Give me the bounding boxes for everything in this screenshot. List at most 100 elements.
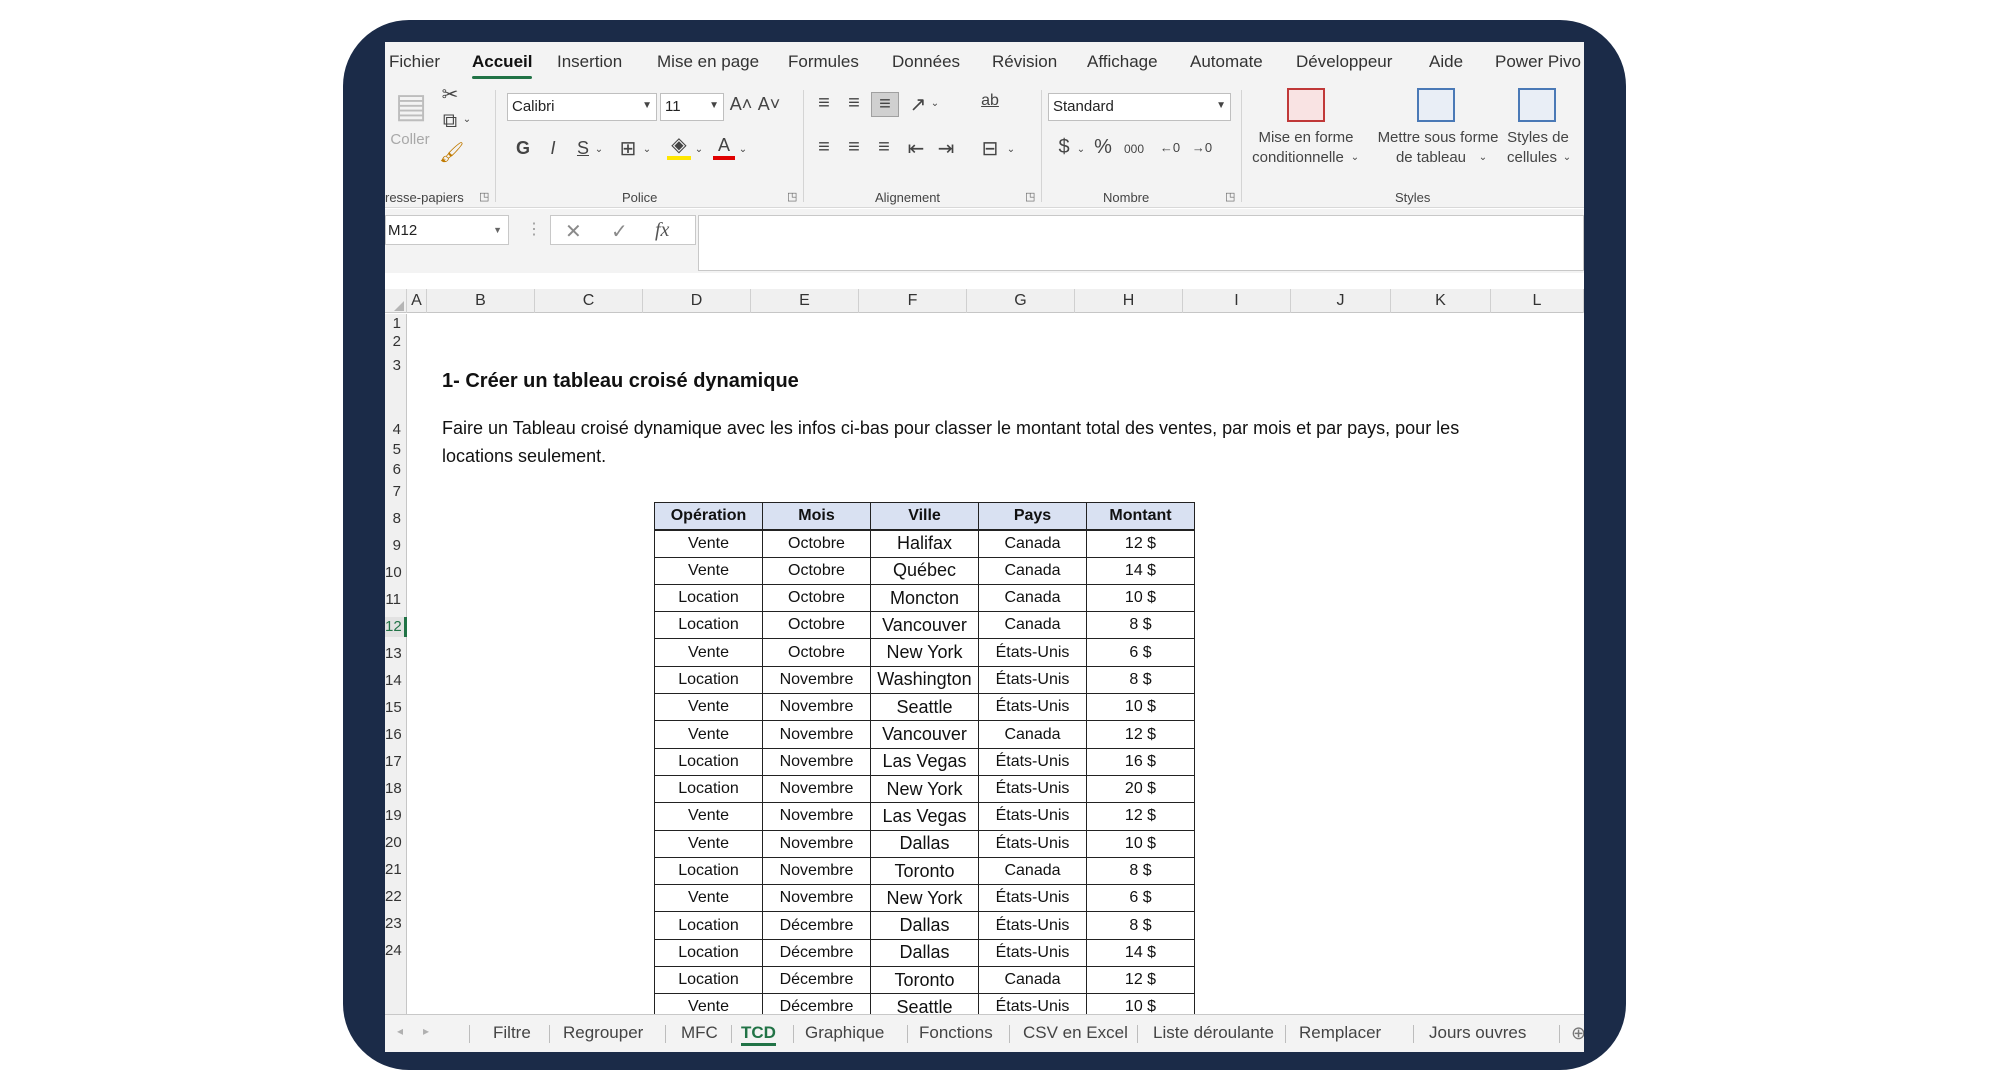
cell[interactable]: États-Unis — [978, 829, 1087, 858]
tab-mise-en-page[interactable]: Mise en page — [657, 52, 759, 72]
italic-button[interactable]: I — [543, 138, 563, 159]
row-header-selected[interactable]: 12 — [385, 617, 407, 637]
row-header[interactable]: 19 — [385, 806, 407, 826]
cell[interactable]: États-Unis — [978, 911, 1087, 940]
cell[interactable]: États-Unis — [978, 938, 1087, 968]
cell[interactable]: Canada — [978, 556, 1087, 585]
cell[interactable]: 12 $ — [1086, 529, 1195, 558]
format-painter-icon[interactable]: 🖌 — [439, 140, 464, 165]
cell[interactable]: Décembre — [762, 938, 871, 968]
cell[interactable]: Novembre — [762, 829, 871, 858]
cell[interactable]: Novembre — [762, 884, 871, 913]
insert-function-icon[interactable]: fx — [655, 219, 669, 242]
cell[interactable]: Location — [654, 665, 763, 695]
increase-decimal-icon[interactable]: ←0 — [1155, 140, 1185, 155]
font-color-icon[interactable]: A — [713, 134, 735, 160]
cell[interactable]: États-Unis — [978, 802, 1087, 831]
cell[interactable]: 14 $ — [1086, 938, 1195, 968]
tab-donnees[interactable]: Données — [892, 52, 960, 72]
cell[interactable]: Vente — [654, 720, 763, 749]
row-header[interactable]: 22 — [385, 887, 407, 907]
cell[interactable]: États-Unis — [978, 884, 1087, 913]
row-header[interactable]: 17 — [385, 752, 407, 772]
paste-icon[interactable]: ▤ — [391, 86, 431, 130]
cell[interactable]: Vancouver — [870, 720, 979, 749]
row-header[interactable]: 2 — [385, 332, 407, 352]
cell[interactable]: New York — [870, 638, 979, 667]
cell[interactable]: 12 $ — [1086, 720, 1195, 749]
row-header[interactable]: 5 — [385, 440, 407, 460]
bold-button[interactable]: G — [513, 138, 533, 159]
cell[interactable]: Canada — [978, 720, 1087, 749]
formula-input[interactable] — [698, 215, 1584, 271]
align-left-icon[interactable]: ≡ — [811, 136, 837, 159]
merge-center-icon[interactable]: ⊟ — [977, 136, 1003, 161]
sheet-tab-remplacer[interactable]: Remplacer — [1299, 1023, 1381, 1043]
underline-button[interactable]: S — [573, 138, 593, 159]
increase-indent-icon[interactable]: ⇥ — [933, 136, 959, 161]
borders-icon[interactable]: ⊞ — [615, 136, 641, 161]
column-header[interactable]: I — [1183, 289, 1291, 313]
orientation-icon[interactable]: ↗ — [905, 92, 931, 117]
cell[interactable]: 8 $ — [1086, 856, 1195, 886]
cell[interactable]: États-Unis — [978, 774, 1087, 804]
cell[interactable]: Location — [654, 611, 763, 640]
sheet-tab-graphique[interactable]: Graphique — [805, 1023, 884, 1043]
row-header[interactable]: 3 — [385, 356, 407, 376]
copy-icon[interactable]: ⧉ — [437, 110, 463, 133]
paste-label[interactable]: Coller — [387, 130, 433, 150]
cell[interactable]: Location — [654, 911, 763, 940]
dialog-launcher-icon[interactable]: ◳ — [479, 190, 489, 203]
tab-accueil[interactable]: Accueil — [472, 52, 533, 79]
cell[interactable]: Novembre — [762, 856, 871, 886]
align-center-icon[interactable]: ≡ — [841, 136, 867, 159]
column-header[interactable]: K — [1391, 289, 1491, 313]
cell[interactable]: Las Vegas — [870, 802, 979, 831]
decrease-decimal-icon[interactable]: →0 — [1187, 140, 1217, 155]
cell[interactable]: Canada — [978, 611, 1087, 640]
cell[interactable]: 20 $ — [1086, 774, 1195, 804]
thousands-icon[interactable]: 000 — [1119, 142, 1149, 156]
cell[interactable]: Vente — [654, 556, 763, 585]
cell[interactable]: 6 $ — [1086, 884, 1195, 913]
tab-affichage[interactable]: Affichage — [1087, 52, 1158, 72]
cell[interactable]: Seattle — [870, 693, 979, 722]
cell[interactable]: Toronto — [870, 966, 979, 995]
header-mois[interactable]: Mois — [762, 501, 871, 531]
cell[interactable]: Québec — [870, 556, 979, 585]
cell[interactable]: États-Unis — [978, 665, 1087, 695]
row-header[interactable]: 10 — [385, 563, 407, 583]
chevron-down-icon[interactable]: ⌄ — [1075, 144, 1087, 155]
font-size-select[interactable]: 11 ▼ — [660, 93, 724, 121]
row-header[interactable]: 24 — [385, 941, 407, 961]
cell[interactable]: 16 $ — [1086, 747, 1195, 776]
cell[interactable]: 10 $ — [1086, 693, 1195, 722]
column-header[interactable]: D — [643, 289, 751, 313]
row-header[interactable]: 9 — [385, 536, 407, 556]
cell[interactable]: Location — [654, 938, 763, 968]
column-header[interactable]: F — [859, 289, 967, 313]
sheet-heading[interactable]: 1- Créer un tableau croisé dynamique — [442, 370, 799, 393]
row-header[interactable]: 4 — [385, 420, 407, 440]
cell[interactable]: Vente — [654, 529, 763, 558]
cell[interactable]: 8 $ — [1086, 911, 1195, 940]
cell[interactable]: Location — [654, 856, 763, 886]
add-sheet-icon[interactable]: ⊕ — [1571, 1023, 1584, 1044]
row-header[interactable]: 20 — [385, 833, 407, 853]
dialog-launcher-icon[interactable]: ◳ — [1025, 190, 1035, 203]
cell[interactable]: Novembre — [762, 693, 871, 722]
enter-icon[interactable]: ✓ — [611, 219, 628, 244]
column-header[interactable]: J — [1291, 289, 1391, 313]
row-header[interactable]: 13 — [385, 644, 407, 664]
tab-revision[interactable]: Révision — [992, 52, 1057, 72]
header-operation[interactable]: Opération — [654, 501, 763, 531]
currency-icon[interactable]: $ — [1053, 136, 1075, 159]
chevron-left-icon[interactable]: ◂ — [397, 1024, 403, 1038]
cell[interactable]: Canada — [978, 856, 1087, 886]
conditional-format-label-2[interactable]: conditionnelle — [1245, 148, 1351, 168]
cell-styles-icon[interactable] — [1518, 88, 1556, 122]
header-ville[interactable]: Ville — [870, 501, 979, 531]
cell[interactable]: Novembre — [762, 802, 871, 831]
cell[interactable]: Vancouver — [870, 611, 979, 640]
dialog-launcher-icon[interactable]: ◳ — [1225, 190, 1235, 203]
